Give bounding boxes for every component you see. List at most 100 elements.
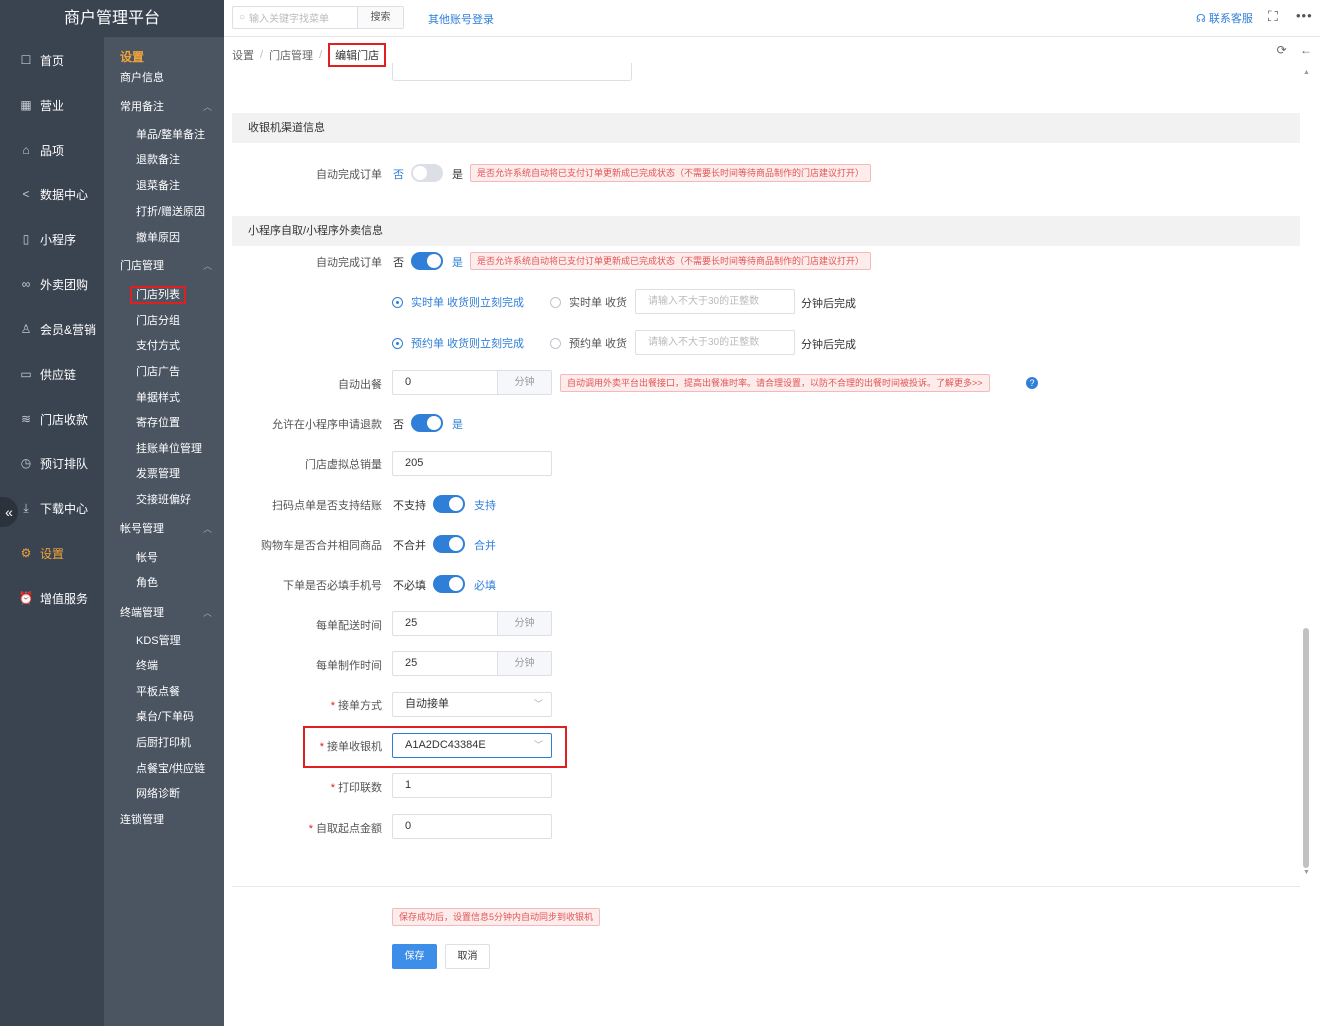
nav-item-11[interactable]: ⚙ 设置 (0, 531, 104, 575)
reserve-complete-radio[interactable]: 预约单 收货则立刻完成 (392, 335, 524, 351)
search-button[interactable]: 搜索 (357, 7, 403, 28)
back-arrow-icon[interactable]: ← (1300, 43, 1312, 57)
menu-item[interactable]: KDS管理 (104, 630, 224, 652)
auto-meal-hint[interactable]: 自动调用外卖平台出餐接口，提高出餐准时率。请合理设置，以防不合理的出餐时间被投诉… (560, 374, 990, 392)
more-icon[interactable]: ••• (1296, 8, 1313, 23)
scroll-down-icon[interactable]: ▼ (1303, 869, 1310, 876)
nav-item-0[interactable]: ☐ 首页 (0, 38, 104, 82)
scan-pay-toggle[interactable] (433, 495, 465, 513)
menu-item[interactable]: 发票管理 (104, 463, 224, 485)
nav-item-label: 会员&营销 (40, 322, 97, 337)
menu-label: 门店列表 (130, 286, 186, 304)
scrollbar[interactable]: ▲ ▼ (1300, 63, 1312, 883)
menu-item[interactable]: 退款备注 (104, 149, 224, 171)
fullscreen-icon[interactable]: ⛶ (1268, 8, 1278, 25)
bike-icon: ∞ (21, 277, 31, 291)
nav-item-2[interactable]: ⌂ 品项 (0, 128, 104, 172)
phone-required-yes: 必填 (474, 580, 496, 592)
nav-item-1[interactable]: ▦ 营业 (0, 83, 104, 127)
menu-item[interactable]: 帐号 (104, 547, 224, 569)
menu-label: 退款备注 (136, 154, 180, 166)
make-time-input[interactable]: 25 分钟 (392, 651, 552, 676)
menu-item[interactable]: 点餐宝/供应链 (104, 758, 224, 780)
refresh-icon[interactable]: ⟳ (1277, 43, 1287, 57)
merge-cart-toggle[interactable] (433, 535, 465, 553)
menu-group[interactable]: 商户信息 (104, 67, 224, 89)
phone-icon: ▯ (22, 232, 30, 246)
menu-item[interactable]: 终端 (104, 655, 224, 677)
breadcrumb-store-management[interactable]: 门店管理 (269, 47, 313, 63)
edit-store-form: 收银机渠道信息 自动完成订单 否 是 是否允许系统自动将已支付订单更新成已完成状… (232, 63, 1300, 1026)
menu-label: 平板点餐 (136, 686, 180, 698)
pickup-min-input[interactable]: 0 (392, 814, 552, 839)
contact-support-link[interactable]: ☊ 联系客服 (1196, 10, 1253, 26)
menu-group[interactable]: 连锁管理 (104, 809, 224, 831)
nav-item-8[interactable]: ≋ 门店收款 (0, 397, 104, 441)
menu-item[interactable]: 支付方式 (104, 335, 224, 357)
accept-mode-select[interactable]: 自动接单 ﹀ (392, 692, 552, 717)
accept-cashier-text: 接单收银机 (327, 741, 382, 753)
menu-label: 门店分组 (136, 315, 180, 327)
share-icon: < (22, 187, 30, 201)
mini-auto-complete-toggle[interactable] (411, 252, 443, 270)
nav-item-5[interactable]: ∞ 外卖团购 (0, 262, 104, 306)
menu-item[interactable]: 门店列表 (104, 284, 224, 306)
menu-label: 退菜备注 (136, 180, 180, 192)
scroll-up-icon[interactable]: ▲ (1303, 69, 1310, 76)
menu-item[interactable]: 单品/整单备注 (104, 124, 224, 146)
menu-item[interactable]: 门店分组 (104, 310, 224, 332)
reserve-minutes-input[interactable]: 请输入不大于30的正整数 (635, 330, 795, 355)
scrollbar-thumb[interactable] (1303, 628, 1309, 868)
save-button[interactable]: 保存 (392, 944, 437, 969)
auto-meal-input[interactable]: 0 分钟 (392, 370, 552, 395)
menu-group[interactable]: 帐号管理 ︿ (104, 518, 224, 540)
menu-group[interactable]: 常用备注 ︿ (104, 96, 224, 118)
nav-item-6[interactable]: ♙ 会员&营销 (0, 307, 104, 351)
phone-required-toggle[interactable] (433, 575, 465, 593)
menu-group[interactable]: 终端管理 ︿ (104, 602, 224, 624)
realtime-delay-radio[interactable]: 实时单 收货 (550, 294, 627, 310)
accept-cashier-select[interactable]: A1A2DC43384E ﹀ (392, 733, 552, 758)
menu-item[interactable]: 桌台/下单码 (104, 706, 224, 728)
make-time-label: 每单制作时间 (316, 660, 382, 672)
menu-item[interactable]: 寄存位置 (104, 412, 224, 434)
delivery-time-input[interactable]: 25 分钟 (392, 611, 552, 636)
reserve-minutes-after: 分钟后完成 (801, 339, 856, 351)
unit-minute: 分钟 (497, 371, 551, 394)
help-icon[interactable]: ? (1026, 377, 1038, 389)
menu-item[interactable]: 挂账单位管理 (104, 438, 224, 460)
menu-item[interactable]: 平板点餐 (104, 681, 224, 703)
menu-item[interactable]: 后厨打印机 (104, 732, 224, 754)
merge-cart-label: 购物车是否合并相同商品 (261, 540, 382, 552)
menu-item[interactable]: 单据样式 (104, 387, 224, 409)
virtual-sales-input[interactable]: 205 (392, 451, 552, 476)
menu-item[interactable]: 退菜备注 (104, 175, 224, 197)
realtime-minutes-input[interactable]: 请输入不大于30的正整数 (635, 289, 795, 314)
nav-item-7[interactable]: ▭ 供应链 (0, 352, 104, 396)
search-input[interactable]: ○ 输入关键字找菜单 (233, 7, 357, 28)
nav-item-3[interactable]: < 数据中心 (0, 172, 104, 216)
section-cashier-channel: 收银机渠道信息 (232, 113, 1300, 143)
menu-item[interactable]: 撤单原因 (104, 227, 224, 249)
reserve-delay-radio[interactable]: 预约单 收货 (550, 335, 627, 351)
print-copies-input[interactable]: 1 (392, 773, 552, 798)
menu-item[interactable]: 交接班偏好 (104, 489, 224, 511)
nav-item-9[interactable]: ◷ 预订排队 (0, 441, 104, 485)
chevron-up-icon: ︿ (202, 608, 212, 618)
textarea-bottom[interactable] (392, 63, 632, 81)
realtime-complete-radio[interactable]: 实时单 收货则立刻完成 (392, 294, 524, 310)
nav-item-12[interactable]: ⏰ 增值服务 (0, 576, 104, 620)
nav-item-4[interactable]: ▯ 小程序 (0, 217, 104, 261)
refund-toggle[interactable] (411, 414, 443, 432)
menu-item[interactable]: 角色 (104, 572, 224, 594)
cashier-auto-complete-toggle[interactable] (411, 164, 443, 182)
menu-item[interactable]: 网络诊断 (104, 783, 224, 805)
cancel-button[interactable]: 取消 (445, 944, 490, 969)
accept-mode-value: 自动接单 (405, 698, 449, 710)
alarm-icon: ⏰ (18, 591, 34, 605)
other-account-login-link[interactable]: 其他账号登录 (428, 11, 494, 27)
menu-item[interactable]: 打折/赠送原因 (104, 201, 224, 223)
menu-item[interactable]: 门店广告 (104, 361, 224, 383)
menu-group[interactable]: 门店管理 ︿ (104, 255, 224, 277)
breadcrumb-settings[interactable]: 设置 (232, 47, 254, 63)
